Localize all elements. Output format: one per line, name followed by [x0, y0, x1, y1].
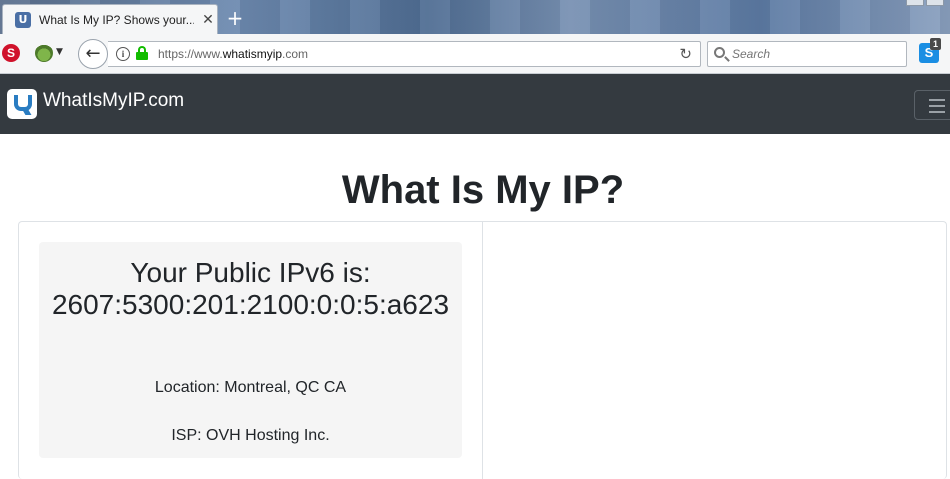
- close-tab-icon[interactable]: ✕: [200, 12, 216, 28]
- onion-extension-icon[interactable]: [35, 44, 53, 62]
- minimize-window-button[interactable]: [906, 0, 924, 6]
- ip-info-panel: Your Public IPv6 is: 2607:5300:201:2100:…: [39, 242, 462, 458]
- menu-icon: [929, 99, 945, 101]
- card-divider: [482, 221, 483, 479]
- search-icon: [714, 47, 725, 58]
- logo-icon[interactable]: [7, 89, 37, 119]
- tab-strip: U What Is My IP? Shows your... ✕ +: [0, 0, 950, 34]
- info-icon[interactable]: i: [116, 47, 130, 61]
- ip-isp: ISP: OVH Hosting Inc.: [171, 427, 330, 444]
- url-suffix: .com: [282, 47, 309, 61]
- browser-tab[interactable]: U What Is My IP? Shows your... ✕: [2, 4, 218, 34]
- page-title: What Is My IP?: [341, 168, 625, 212]
- tab-title: What Is My IP? Shows your...: [39, 12, 194, 27]
- notification-badge: 1: [930, 38, 942, 50]
- new-tab-button[interactable]: +: [224, 8, 246, 30]
- reload-icon[interactable]: ↻: [679, 45, 692, 63]
- whatismyip-favicon-icon: U: [15, 11, 31, 28]
- chevron-down-icon[interactable]: ▼: [56, 47, 63, 57]
- site-brand[interactable]: WhatIsMyIP.com: [43, 90, 184, 112]
- navigation-toolbar: S ▼ ← i https://www.whatismyip.com ↻ S 1: [0, 34, 950, 74]
- back-button[interactable]: ←: [78, 39, 108, 69]
- ip-heading: Your Public IPv6 is:: [130, 257, 371, 288]
- stop-extension-icon[interactable]: S: [2, 44, 20, 62]
- url-prefix: https://www.: [158, 47, 223, 61]
- url-text[interactable]: https://www.whatismyip.com: [158, 47, 308, 61]
- window-controls: [906, 0, 944, 6]
- ip-location: Location: Montreal, QC CA: [154, 379, 347, 396]
- ip-address: 2607:5300:201:2100:0:0:5:a623: [51, 289, 450, 320]
- search-box[interactable]: [707, 41, 907, 67]
- search-input[interactable]: [732, 45, 902, 63]
- url-bar[interactable]: i https://www.whatismyip.com ↻: [108, 41, 701, 67]
- site-header: WhatIsMyIP.com: [0, 74, 950, 134]
- menu-toggle-button[interactable]: [914, 90, 950, 120]
- maximize-window-button[interactable]: [926, 0, 944, 6]
- url-domain: whatismyip: [222, 47, 283, 61]
- lock-icon[interactable]: [136, 46, 148, 60]
